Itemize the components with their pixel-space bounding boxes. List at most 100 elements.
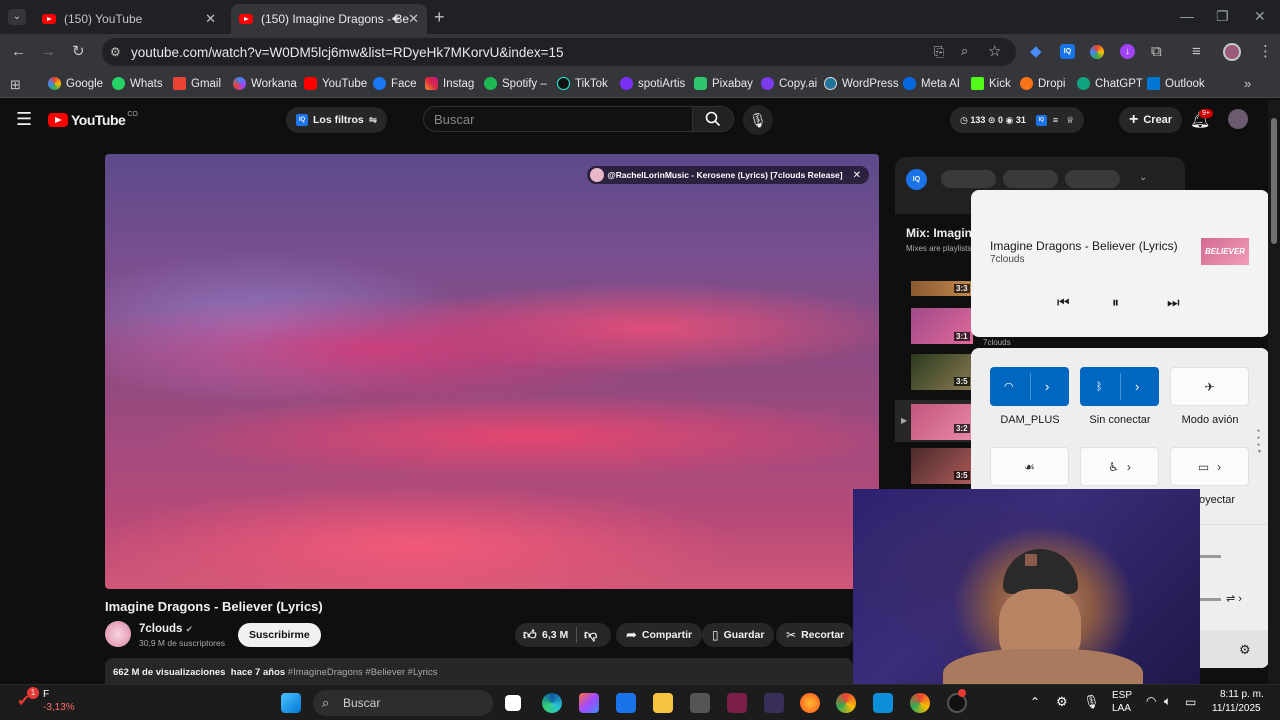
close-tab-icon[interactable]: ✕ xyxy=(408,11,419,27)
stats-pill[interactable]: ◷ 133 ⊙ 0 ◉ 31 IQ ≡ ♕ xyxy=(950,107,1085,133)
zoom-icon[interactable]: ⌕ xyxy=(961,43,968,59)
playlist-thumb[interactable] xyxy=(911,404,973,440)
audio-playing-icon[interactable]: 🔊︎ xyxy=(392,13,399,26)
next-track-icon[interactable]: ⏭︎ xyxy=(1167,294,1180,311)
close-overlay-icon[interactable]: ✕ xyxy=(853,170,861,181)
bookmark-spotiartis[interactable]: spotiArtis xyxy=(620,77,685,90)
project-toggle[interactable]: ▭ › xyxy=(1170,447,1249,486)
chevron-down-icon[interactable]: ⌄ xyxy=(1139,172,1147,183)
battery-icon[interactable]: ▭ xyxy=(1185,695,1196,709)
bookmark-copyai[interactable]: Copy.ai xyxy=(761,77,817,90)
edge-icon[interactable] xyxy=(542,693,562,713)
language-code[interactable]: ESP xyxy=(1112,690,1132,701)
app-icon[interactable] xyxy=(690,693,710,713)
app-icon[interactable] xyxy=(727,693,747,713)
like-icon[interactable]: 👍︎ xyxy=(523,627,537,643)
iq-icon[interactable]: IQ xyxy=(906,169,927,190)
youtube-logo[interactable]: YouTube CO xyxy=(48,111,138,128)
video-overlay-title[interactable]: @RachelLorinMusic - Kerosene (Lyrics) [7… xyxy=(587,166,869,184)
account-avatar[interactable] xyxy=(1228,109,1248,129)
page-dots[interactable]: ● ● ● ▼ xyxy=(1257,428,1262,456)
share-button[interactable]: ➦ Compartir xyxy=(616,623,703,647)
bookmark-whats[interactable]: Whats xyxy=(112,77,163,90)
profile-avatar[interactable] xyxy=(1223,43,1241,61)
apps-grid-icon[interactable]: ⊞ xyxy=(10,77,21,93)
bookmark-gmail[interactable]: Gmail xyxy=(173,77,221,90)
search-input[interactable]: Buscar xyxy=(423,106,693,132)
hashtags[interactable]: #ImagineDragons #Believer #Lyrics xyxy=(288,667,438,678)
extension-tag-icon[interactable]: ◆ xyxy=(1030,44,1042,59)
bookmark-chatgpt[interactable]: ChatGPT xyxy=(1077,77,1143,90)
subscribe-button[interactable]: Suscribirme xyxy=(238,623,321,647)
search-button[interactable] xyxy=(692,106,734,132)
description-box[interactable]: 662 M de visualizaciones hace 7 años #Im… xyxy=(105,658,853,684)
clip-button[interactable]: ✂ Recortar xyxy=(776,623,855,647)
scrollbar-thumb[interactable] xyxy=(1271,118,1277,244)
chrome-icon[interactable] xyxy=(836,693,856,713)
tab-youtube[interactable]: (150) YouTube ✕ xyxy=(34,4,224,34)
bookmark-tiktok[interactable]: TikTok xyxy=(557,77,608,90)
snipping-icon[interactable] xyxy=(764,693,784,713)
forward-icon[interactable]: → xyxy=(41,44,56,59)
microphone-icon[interactable]: 🎙︎ xyxy=(1083,694,1100,710)
chevron-right-icon[interactable]: › xyxy=(1217,460,1221,474)
minimize-icon[interactable]: — xyxy=(1180,8,1194,24)
back-icon[interactable]: ← xyxy=(11,44,26,59)
chevron-right-icon[interactable]: › xyxy=(1127,460,1131,474)
chevron-right-icon[interactable]: › xyxy=(1045,379,1049,394)
copilot-icon[interactable] xyxy=(579,693,599,713)
bluetooth-toggle[interactable]: ᛒ › xyxy=(1080,367,1159,406)
file-explorer-icon[interactable] xyxy=(653,693,673,713)
bookmark-dropi[interactable]: Dropi xyxy=(1020,77,1065,90)
bookmark-spotify[interactable]: Spotify – xyxy=(484,77,547,90)
page-scrollbar[interactable] xyxy=(1268,100,1280,684)
channel-name[interactable]: 7clouds ✔ xyxy=(139,623,193,635)
task-view-icon[interactable] xyxy=(505,695,521,711)
airplane-mode-toggle[interactable]: ✈︎ xyxy=(1170,367,1249,406)
tray-app-icon[interactable]: ⚙ xyxy=(1056,694,1068,710)
filters-button[interactable]: IQ Los filtros ⇋ xyxy=(286,107,388,133)
new-tab-icon[interactable]: + xyxy=(434,7,445,28)
address-bar[interactable]: ⚙ youtube.com/watch?v=W0DM5lcj6mw&list=R… xyxy=(102,38,1016,66)
iq-extension-icon[interactable]: IQ xyxy=(1060,44,1075,59)
bookmark-metaai[interactable]: Meta AI xyxy=(903,77,960,90)
voice-search-button[interactable]: 🎙︎ xyxy=(743,105,773,135)
volume-icon[interactable]: 🔈︎ xyxy=(1164,694,1171,709)
bookmark-outlook[interactable]: Outlook xyxy=(1147,77,1205,90)
site-info-icon[interactable]: ⚙ xyxy=(110,45,121,59)
chrome-active-icon[interactable] xyxy=(910,693,930,713)
chip[interactable] xyxy=(1065,170,1120,188)
wifi-toggle[interactable]: ◠ › xyxy=(990,367,1069,406)
energy-saver-toggle[interactable]: ☙ xyxy=(990,447,1069,486)
bookmark-face[interactable]: Face xyxy=(373,77,417,90)
bookmark-instag[interactable]: Instag xyxy=(425,77,474,90)
maximize-icon[interactable]: ❐ xyxy=(1216,8,1229,25)
create-button[interactable]: + Crear xyxy=(1119,107,1183,133)
more-bookmarks-icon[interactable]: » xyxy=(1244,76,1251,91)
install-app-icon[interactable]: ⎘ xyxy=(934,44,944,60)
channel-avatar[interactable] xyxy=(105,621,131,647)
store-icon[interactable] xyxy=(616,693,636,713)
chevron-right-icon[interactable]: › xyxy=(1135,379,1139,394)
menu-icon[interactable]: ☰ xyxy=(16,110,32,128)
bookmark-wordpress[interactable]: WordPress xyxy=(824,77,899,90)
save-button[interactable]: ▯ Guardar xyxy=(702,623,775,647)
pause-icon[interactable]: ⏸︎ xyxy=(1112,294,1119,311)
bookmark-star-icon[interactable]: ☆ xyxy=(988,42,1001,60)
bookmark-google[interactable]: Google xyxy=(48,77,103,90)
dislike-icon[interactable]: 👎︎ xyxy=(584,627,597,643)
notepad-icon[interactable] xyxy=(873,693,893,713)
download-extension-icon[interactable]: ↓ xyxy=(1120,44,1135,59)
start-icon[interactable] xyxy=(281,693,301,713)
video-player[interactable]: @RachelLorinMusic - Kerosene (Lyrics) [7… xyxy=(105,154,879,589)
settings-gear-icon[interactable]: ⚙ xyxy=(1239,642,1251,658)
keyboard-layout[interactable]: LAA xyxy=(1112,703,1131,714)
tab-imagine-dragons[interactable]: (150) Imagine Dragons - Be 🔊︎ ✕ xyxy=(231,4,427,34)
bookmark-workana[interactable]: Workana xyxy=(233,77,297,90)
bookmark-kick[interactable]: Kick xyxy=(971,77,1011,90)
chip[interactable] xyxy=(941,170,996,188)
tray-overflow-icon[interactable]: ⌃ xyxy=(1030,695,1040,709)
previous-track-icon[interactable]: ⏮︎ xyxy=(1057,294,1070,311)
chrome-menu-icon[interactable]: ⋮ xyxy=(1258,44,1273,59)
wifi-icon[interactable]: ◠ xyxy=(1146,694,1156,708)
